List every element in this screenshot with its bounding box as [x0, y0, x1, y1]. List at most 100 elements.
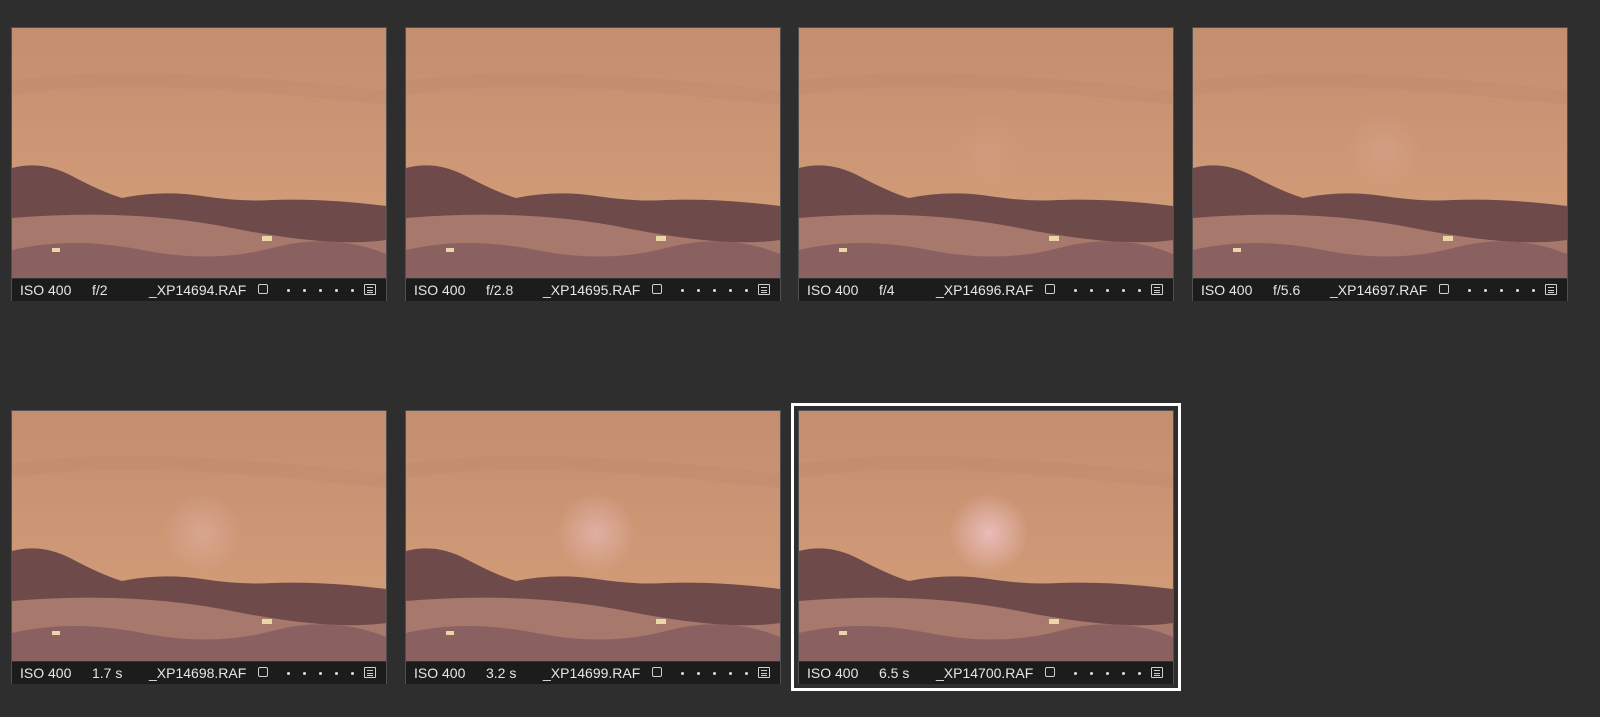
thumbnail-image[interactable]	[406, 28, 780, 278]
rating-dot[interactable]	[1106, 672, 1109, 675]
rating-dot[interactable]	[745, 672, 748, 675]
star-rating[interactable]	[672, 279, 752, 301]
thumbnail-image[interactable]	[12, 411, 386, 661]
iso-label: ISO 400	[20, 665, 72, 681]
info-menu-icon[interactable]	[364, 667, 376, 678]
thumbnail-cell[interactable]: ISO 400 f/4 _XP14696.RAF	[798, 27, 1174, 301]
rating-dot[interactable]	[729, 672, 732, 675]
info-menu-icon[interactable]	[1151, 284, 1163, 295]
filename-label: _XP14700.RAF	[936, 665, 1034, 681]
rating-dot[interactable]	[1106, 289, 1109, 292]
menu-line	[367, 670, 373, 671]
rating-dot[interactable]	[1090, 672, 1093, 675]
rating-dot[interactable]	[1532, 289, 1535, 292]
star-rating[interactable]	[278, 662, 358, 684]
rating-dot[interactable]	[1516, 289, 1519, 292]
iso-label: ISO 400	[414, 282, 466, 298]
rating-dot[interactable]	[697, 672, 700, 675]
rating-dot[interactable]	[287, 672, 290, 675]
star-rating[interactable]	[1459, 279, 1539, 301]
rating-dot[interactable]	[1074, 289, 1077, 292]
rating-dot[interactable]	[681, 672, 684, 675]
select-checkbox[interactable]	[652, 284, 662, 294]
select-checkbox[interactable]	[1045, 667, 1055, 677]
thumbnail-info-bar: ISO 400 6.5 s _XP14700.RAF	[799, 661, 1173, 684]
rating-dot[interactable]	[287, 289, 290, 292]
landscape-photo	[799, 28, 1173, 278]
rating-dot[interactable]	[681, 289, 684, 292]
star-rating[interactable]	[1065, 662, 1145, 684]
thumbnail-image[interactable]	[406, 411, 780, 661]
rating-dot[interactable]	[745, 289, 748, 292]
filename-label: _XP14694.RAF	[149, 282, 247, 298]
thumbnail-image[interactable]	[1193, 28, 1567, 278]
exposure-value: f/5.6	[1273, 282, 1301, 298]
menu-line	[367, 292, 373, 293]
star-rating[interactable]	[672, 662, 752, 684]
rating-dot[interactable]	[335, 672, 338, 675]
rating-dot[interactable]	[1500, 289, 1503, 292]
thumbnail-info-bar: ISO 400 3.2 s _XP14699.RAF	[406, 661, 780, 684]
rating-dot[interactable]	[1484, 289, 1487, 292]
rating-dot[interactable]	[303, 289, 306, 292]
star-rating[interactable]	[1065, 279, 1145, 301]
thumbnail-cell[interactable]: ISO 400 f/2.8 _XP14695.RAF	[405, 27, 781, 301]
rating-dot[interactable]	[1138, 672, 1141, 675]
rating-dot[interactable]	[303, 672, 306, 675]
info-menu-icon[interactable]	[1545, 284, 1557, 295]
rating-dot[interactable]	[351, 672, 354, 675]
menu-line	[1154, 292, 1160, 293]
thumbnail-info-bar: ISO 400 f/4 _XP14696.RAF	[799, 278, 1173, 301]
landscape-photo	[12, 28, 386, 278]
menu-line	[367, 675, 373, 676]
thumbnail-grid: ISO 400 f/2 _XP14694.RAF ISO 400 f/2.8 _…	[0, 0, 1600, 717]
select-checkbox[interactable]	[1439, 284, 1449, 294]
menu-line	[1154, 289, 1160, 291]
rating-dot[interactable]	[351, 289, 354, 292]
rating-dot[interactable]	[319, 672, 322, 675]
menu-line	[1154, 672, 1160, 674]
rating-dot[interactable]	[335, 289, 338, 292]
select-checkbox[interactable]	[1045, 284, 1055, 294]
rating-dot[interactable]	[1468, 289, 1471, 292]
rating-dot[interactable]	[697, 289, 700, 292]
thumbnail-cell-selected[interactable]: ISO 400 6.5 s _XP14700.RAF	[791, 403, 1181, 691]
thumbnail-info-bar: ISO 400 1.7 s _XP14698.RAF	[12, 661, 386, 684]
thumbnail-image[interactable]	[799, 411, 1173, 661]
info-menu-icon[interactable]	[758, 284, 770, 295]
landscape-photo	[799, 411, 1173, 661]
thumbnail-cell[interactable]: ISO 400 3.2 s _XP14699.RAF	[405, 410, 781, 684]
info-menu-icon[interactable]	[364, 284, 376, 295]
rating-dot[interactable]	[713, 672, 716, 675]
rating-dot[interactable]	[1090, 289, 1093, 292]
rating-dot[interactable]	[1122, 672, 1125, 675]
select-checkbox[interactable]	[652, 667, 662, 677]
menu-line	[367, 287, 373, 288]
thumbnail-cell[interactable]: ISO 400 f/5.6 _XP14697.RAF	[1192, 27, 1568, 301]
star-rating[interactable]	[278, 279, 358, 301]
thumbnail-info-bar: ISO 400 f/2.8 _XP14695.RAF	[406, 278, 780, 301]
select-checkbox[interactable]	[258, 284, 268, 294]
rating-dot[interactable]	[1122, 289, 1125, 292]
menu-line	[1548, 289, 1554, 291]
info-menu-icon[interactable]	[1151, 667, 1163, 678]
exposure-value: 1.7 s	[92, 665, 123, 681]
rating-dot[interactable]	[1074, 672, 1077, 675]
thumbnail-image[interactable]	[12, 28, 386, 278]
thumbnail-cell[interactable]: ISO 400 f/2 _XP14694.RAF	[11, 27, 387, 301]
rating-dot[interactable]	[1138, 289, 1141, 292]
rating-dot[interactable]	[713, 289, 716, 292]
thumbnail-image[interactable]	[799, 28, 1173, 278]
rating-dot[interactable]	[319, 289, 322, 292]
thumbnail-cell[interactable]: ISO 400 1.7 s _XP14698.RAF	[11, 410, 387, 684]
landscape-photo	[1193, 28, 1567, 278]
landscape-photo	[406, 28, 780, 278]
iso-label: ISO 400	[414, 665, 466, 681]
select-checkbox[interactable]	[258, 667, 268, 677]
iso-label: ISO 400	[807, 282, 859, 298]
menu-line	[761, 287, 767, 288]
info-menu-icon[interactable]	[758, 667, 770, 678]
exposure-value: f/2	[92, 282, 108, 298]
rating-dot[interactable]	[729, 289, 732, 292]
thumbnail-info-bar: ISO 400 f/5.6 _XP14697.RAF	[1193, 278, 1567, 301]
